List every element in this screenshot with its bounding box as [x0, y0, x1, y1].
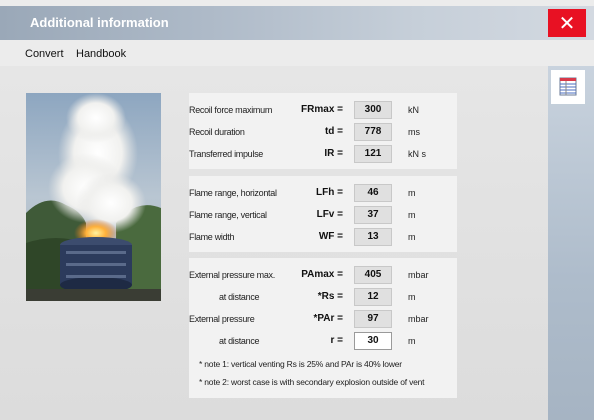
flame-range-vertical-value: 37 [354, 206, 392, 224]
explosion-venting-photo [26, 93, 161, 301]
recoil-duration-row: Recoil duration td = 778 ms [189, 123, 457, 143]
recoil-force-value: 300 [354, 101, 392, 119]
recoil-panel: Recoil force maximum FRmax = 300 kN Reco… [189, 93, 457, 169]
distance-r-unit: m [408, 336, 416, 346]
flame-range-horizontal-value: 46 [354, 184, 392, 202]
distance-rs-value: 12 [354, 288, 392, 306]
flame-width-symbol: WF = [318, 231, 343, 242]
flame-range-vertical-symbol: LFv = [316, 209, 343, 220]
distance-rs-unit: m [408, 292, 416, 302]
pressure-par-symbol: *PAr = [313, 313, 343, 324]
flame-range-horizontal-row: Flame range, horizontal LFh = 46 m [189, 184, 457, 204]
pressure-max-symbol: PAmax = [301, 269, 343, 280]
transferred-impulse-label: Transferred impulse [189, 149, 263, 159]
recoil-duration-symbol: td = [324, 126, 343, 137]
pressure-par-value: 97 [354, 310, 392, 328]
pressure-max-row: External pressure max. PAmax = 405 mbar [189, 266, 457, 286]
pressure-max-value: 405 [354, 266, 392, 284]
recoil-force-label: Recoil force maximum [189, 105, 273, 115]
recoil-force-unit: kN [408, 105, 419, 115]
recoil-duration-unit: ms [408, 127, 420, 137]
flame-width-row: Flame width WF = 13 m [189, 228, 457, 248]
pressure-par-unit: mbar [408, 314, 429, 324]
side-panel [548, 66, 594, 420]
menu-item-convert[interactable]: Convert [25, 48, 64, 60]
pressure-par-label: External pressure [189, 314, 255, 324]
close-icon: ✕ [558, 11, 576, 35]
flame-range-vertical-unit: m [408, 210, 416, 220]
flame-photo-image [26, 93, 161, 301]
window-title: Additional information [30, 15, 169, 30]
flame-width-label: Flame width [189, 232, 235, 242]
distance-r-row: at distance r = 30 m [189, 332, 457, 352]
table-view-button[interactable] [551, 70, 585, 104]
dialog-window: Additional information ✕ Convert Handboo… [0, 0, 594, 420]
recoil-force-symbol: FRmax = [301, 104, 343, 115]
pressure-par-row: External pressure *PAr = 97 mbar [189, 310, 457, 330]
title-bar[interactable]: Additional information ✕ [0, 6, 594, 40]
distance-r-symbol: r = [330, 335, 343, 346]
flame-range-vertical-label: Flame range, vertical [189, 210, 267, 220]
recoil-force-row: Recoil force maximum FRmax = 300 kN [189, 101, 457, 121]
transferred-impulse-unit: kN s [408, 149, 426, 159]
menu-bar: Convert Handbook [0, 40, 594, 66]
flame-width-unit: m [408, 232, 416, 242]
flame-range-horizontal-symbol: LFh = [316, 187, 343, 198]
distance-r-input[interactable]: 30 [354, 332, 392, 350]
flame-panel: Flame range, horizontal LFh = 46 m Flame… [189, 176, 457, 252]
close-button[interactable]: ✕ [548, 9, 586, 37]
transferred-impulse-row: Transferred impulse IR = 121 kN s [189, 145, 457, 165]
flame-range-horizontal-label: Flame range, horizontal [189, 188, 277, 198]
distance-rs-symbol: *Rs = [317, 291, 343, 302]
transferred-impulse-value: 121 [354, 145, 392, 163]
menu-item-handbook[interactable]: Handbook [76, 48, 126, 60]
flame-range-horizontal-unit: m [408, 188, 416, 198]
note-2: * note 2: worst case is with secondary e… [199, 377, 425, 387]
recoil-duration-value: 778 [354, 123, 392, 141]
distance-r-label: at distance [219, 336, 260, 346]
pressure-max-unit: mbar [408, 270, 429, 280]
pressure-max-label: External pressure max. [189, 270, 275, 280]
table-icon [559, 77, 577, 96]
distance-rs-label: at distance [219, 292, 260, 302]
note-1: * note 1: vertical venting Rs is 25% and… [199, 359, 402, 369]
transferred-impulse-symbol: IR = [324, 148, 343, 159]
flame-range-vertical-row: Flame range, vertical LFv = 37 m [189, 206, 457, 226]
pressure-panel: External pressure max. PAmax = 405 mbar … [189, 258, 457, 398]
recoil-duration-label: Recoil duration [189, 127, 245, 137]
flame-width-value: 13 [354, 228, 392, 246]
distance-rs-row: at distance *Rs = 12 m [189, 288, 457, 308]
